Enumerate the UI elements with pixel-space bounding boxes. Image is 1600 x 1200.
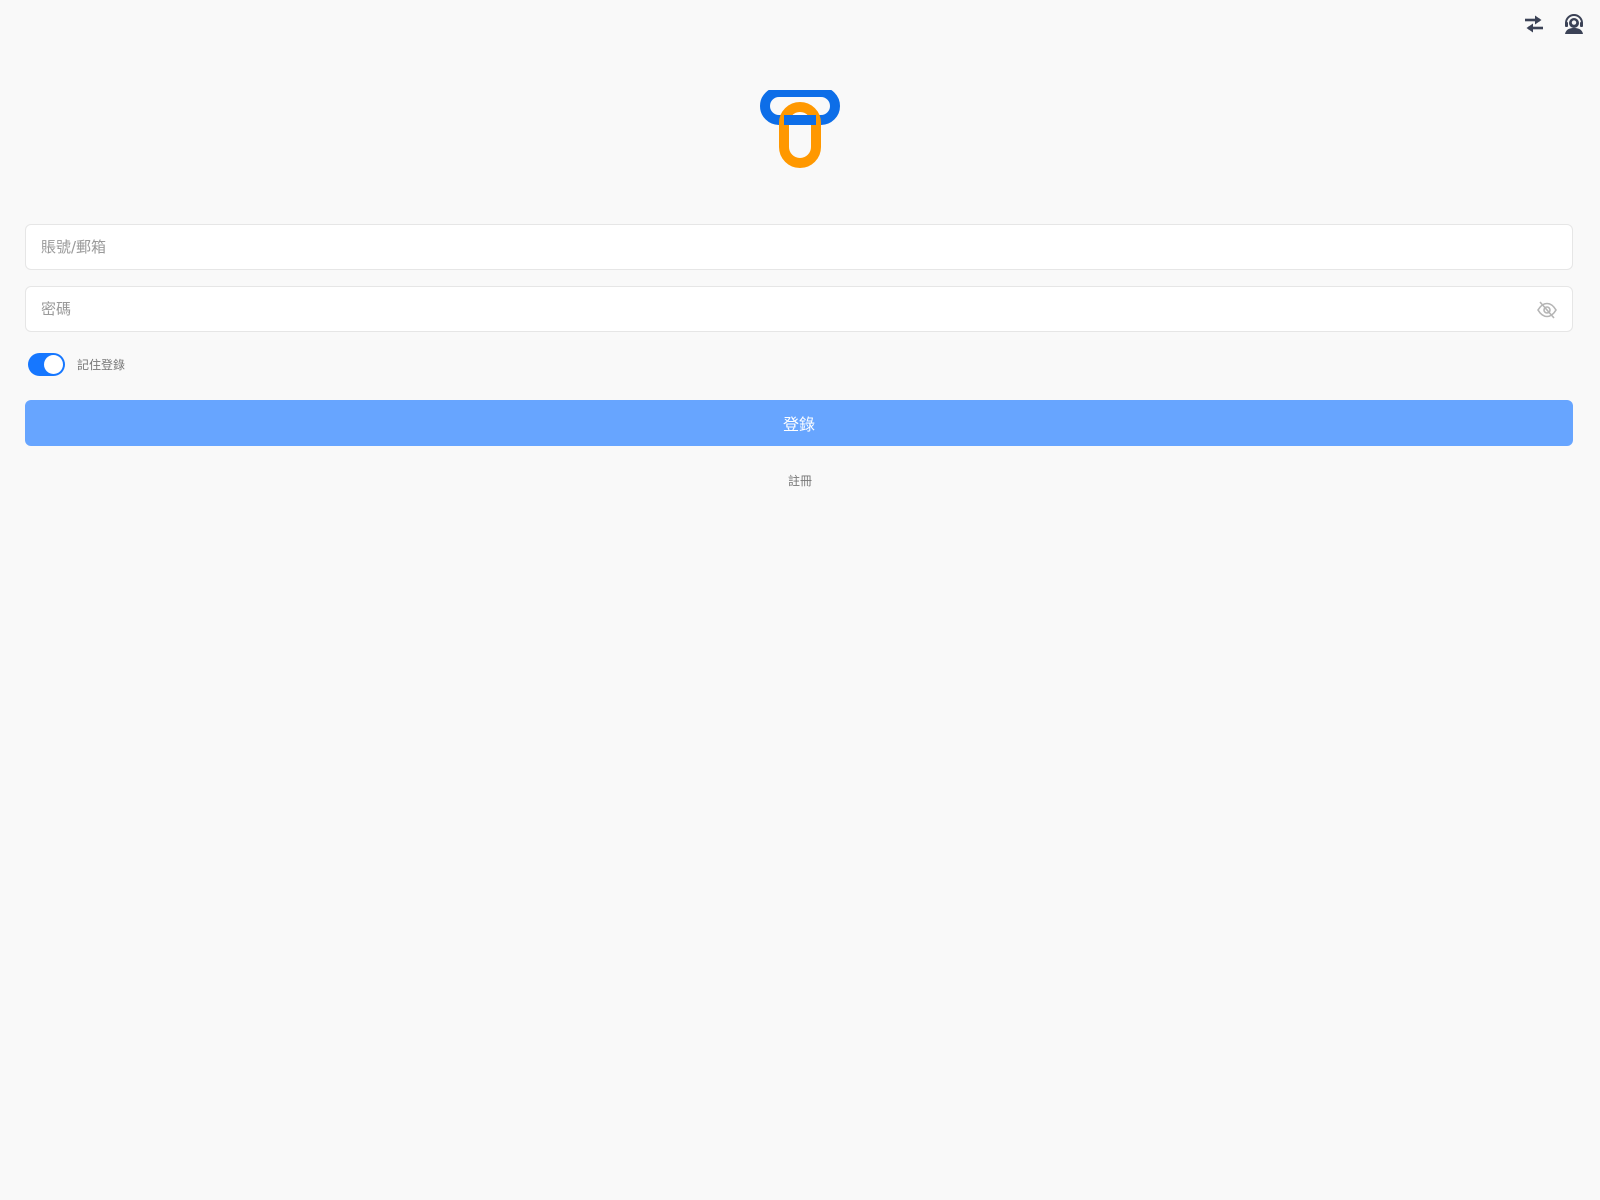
password-input[interactable] — [26, 287, 1572, 331]
account-field — [25, 224, 1573, 270]
account-input[interactable] — [26, 225, 1572, 269]
register-link[interactable]: 註冊 — [0, 472, 1600, 489]
remember-login-toggle[interactable] — [28, 353, 65, 376]
toggle-knob — [44, 355, 63, 374]
top-actions — [1522, 12, 1586, 36]
remember-login-row: 記住登錄 — [28, 353, 125, 376]
password-field — [25, 286, 1573, 332]
eye-off-icon[interactable] — [1536, 299, 1558, 321]
remember-login-label: 記住登錄 — [77, 358, 126, 372]
app-logo — [757, 87, 843, 168]
swap-icon[interactable] — [1522, 12, 1546, 36]
login-button[interactable]: 登錄 — [25, 400, 1573, 446]
support-agent-icon[interactable] — [1562, 12, 1586, 36]
login-page: 記住登錄 登錄 註冊 — [0, 0, 1600, 1200]
